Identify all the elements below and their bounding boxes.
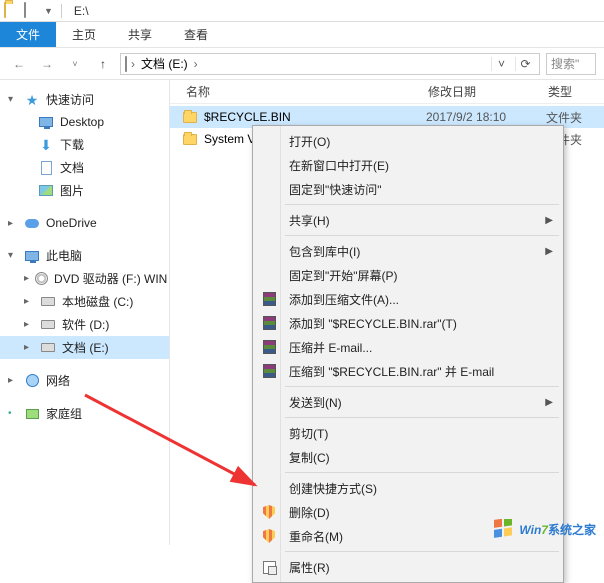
ctx-open-new-window[interactable]: 在新窗口中打开(E) — [255, 153, 561, 177]
navigation-pane: ▾★快速访问 Desktop ⬇下载 文档 图片 ▸OneDrive ▾此电脑 … — [0, 80, 170, 545]
watermark: Win7系统之家 — [493, 519, 596, 539]
submenu-arrow-icon: ▶ — [545, 397, 553, 408]
tab-share[interactable]: 共享 — [112, 22, 168, 47]
menu-separator — [285, 551, 559, 552]
sidebar-item-network[interactable]: ▸网络 — [0, 369, 169, 392]
address-bar: ← → ˅ ↑ › 文档 (E:) › ˅ ⟳ 搜索" — [0, 48, 604, 80]
column-header-type[interactable]: 类型 — [540, 83, 604, 100]
ctx-add-rar[interactable]: 添加到 "$RECYCLE.BIN.rar"(T) — [255, 311, 561, 335]
sidebar-item-label: 快速访问 — [46, 91, 94, 108]
search-input[interactable]: 搜索" — [546, 53, 596, 75]
menu-separator — [285, 386, 559, 387]
sidebar-item-disk-d[interactable]: ▸软件 (D:) — [0, 313, 169, 336]
ctx-share[interactable]: 共享(H)▶ — [255, 208, 561, 232]
divider — [61, 4, 62, 18]
nav-back-button[interactable]: ← — [8, 53, 30, 75]
ribbon-tabs: 文件 主页 共享 查看 — [0, 22, 604, 48]
ctx-add-archive[interactable]: 添加到压缩文件(A)... — [255, 287, 561, 311]
menu-separator — [285, 235, 559, 236]
sidebar-item-dvd[interactable]: ▸DVD 驱动器 (F:) WIN — [0, 267, 169, 290]
address-dropdown-icon[interactable]: ˅ — [491, 57, 511, 71]
nav-up-button[interactable]: ↑ — [92, 53, 114, 75]
ctx-create-shortcut[interactable]: 创建快捷方式(S) — [255, 476, 561, 500]
folder-icon — [182, 109, 198, 125]
sidebar-item-label: 下载 — [60, 136, 84, 153]
ctx-pin-quick-access[interactable]: 固定到"快速访问" — [255, 177, 561, 201]
tab-home[interactable]: 主页 — [56, 22, 112, 47]
uac-shield-icon — [261, 504, 277, 520]
column-header-date[interactable]: 修改日期 — [420, 83, 540, 100]
sidebar-item-label: Desktop — [60, 115, 104, 129]
ctx-cut[interactable]: 剪切(T) — [255, 421, 561, 445]
title-bar: ▼ E:\ — [0, 0, 604, 22]
submenu-arrow-icon: ▶ — [545, 246, 553, 257]
ctx-include-library[interactable]: 包含到库中(I)▶ — [255, 239, 561, 263]
menu-separator — [285, 204, 559, 205]
sidebar-item-label: OneDrive — [46, 216, 97, 230]
sidebar-item-onedrive[interactable]: ▸OneDrive — [0, 212, 169, 234]
sidebar-item-quick-access[interactable]: ▾★快速访问 — [0, 88, 169, 111]
sidebar-item-label: 文档 — [60, 159, 84, 176]
qat-dropdown-icon[interactable]: ▼ — [44, 6, 53, 16]
ctx-open[interactable]: 打开(O) — [255, 129, 561, 153]
sidebar-item-disk-c[interactable]: ▸本地磁盘 (C:) — [0, 290, 169, 313]
submenu-arrow-icon: ▶ — [545, 215, 553, 226]
sidebar-item-downloads[interactable]: ⬇下载 — [0, 133, 169, 156]
sidebar-item-this-pc[interactable]: ▾此电脑 — [0, 244, 169, 267]
column-headers: 名称 修改日期 类型 — [170, 80, 604, 104]
sidebar-item-label: 本地磁盘 (C:) — [62, 293, 133, 310]
ctx-compress-email[interactable]: 压缩并 E-mail... — [255, 335, 561, 359]
folder-icon — [4, 3, 20, 19]
drive-icon — [24, 3, 40, 19]
menu-separator — [285, 472, 559, 473]
tab-file[interactable]: 文件 — [0, 22, 56, 47]
ctx-pin-start[interactable]: 固定到"开始"屏幕(P) — [255, 263, 561, 287]
winrar-icon — [261, 291, 277, 307]
winrar-icon — [261, 363, 277, 379]
sidebar-item-label: 此电脑 — [46, 247, 82, 264]
address-box[interactable]: › 文档 (E:) › ˅ ⟳ — [120, 53, 540, 75]
nav-forward-button[interactable]: → — [36, 53, 58, 75]
breadcrumb-sep-icon[interactable]: › — [194, 57, 198, 71]
properties-icon — [261, 559, 277, 575]
sidebar-item-label: DVD 驱动器 (F:) WIN — [54, 270, 167, 287]
folder-icon — [182, 131, 198, 147]
window-title: E:\ — [70, 4, 93, 18]
windows-logo-icon — [493, 519, 515, 539]
sidebar-item-label: 文档 (E:) — [62, 339, 109, 356]
sidebar-item-disk-e[interactable]: ▸文档 (E:) — [0, 336, 169, 359]
winrar-icon — [261, 339, 277, 355]
sidebar-item-documents[interactable]: 文档 — [0, 156, 169, 179]
breadcrumb-sep-icon[interactable]: › — [131, 57, 135, 71]
search-placeholder: 搜索" — [551, 55, 579, 72]
sidebar-item-desktop[interactable]: Desktop — [0, 111, 169, 133]
ctx-properties[interactable]: 属性(R) — [255, 555, 561, 579]
tab-view[interactable]: 查看 — [168, 22, 224, 47]
ctx-compress-rar-email[interactable]: 压缩到 "$RECYCLE.BIN.rar" 并 E-mail — [255, 359, 561, 383]
breadcrumb-root[interactable]: 文档 (E:) — [139, 55, 190, 72]
file-name: $RECYCLE.BIN — [204, 110, 426, 124]
sidebar-item-label: 网络 — [46, 372, 70, 389]
file-type: 文件夹 — [546, 109, 604, 126]
ctx-copy[interactable]: 复制(C) — [255, 445, 561, 469]
sidebar-item-pictures[interactable]: 图片 — [0, 179, 169, 202]
uac-shield-icon — [261, 528, 277, 544]
ctx-send-to[interactable]: 发送到(N)▶ — [255, 390, 561, 414]
context-menu: 打开(O) 在新窗口中打开(E) 固定到"快速访问" 共享(H)▶ 包含到库中(… — [252, 125, 564, 583]
drive-icon — [125, 57, 127, 71]
sidebar-item-label: 图片 — [60, 182, 84, 199]
winrar-icon — [261, 315, 277, 331]
sidebar-item-homegroup[interactable]: •家庭组 — [0, 402, 169, 425]
refresh-icon[interactable]: ⟳ — [515, 57, 535, 71]
nav-recent-dropdown[interactable]: ˅ — [64, 53, 86, 75]
column-header-name[interactable]: 名称 — [170, 83, 420, 100]
menu-separator — [285, 417, 559, 418]
sidebar-item-label: 软件 (D:) — [62, 316, 109, 333]
sidebar-item-label: 家庭组 — [46, 405, 82, 422]
file-date: 2017/9/2 18:10 — [426, 110, 546, 124]
